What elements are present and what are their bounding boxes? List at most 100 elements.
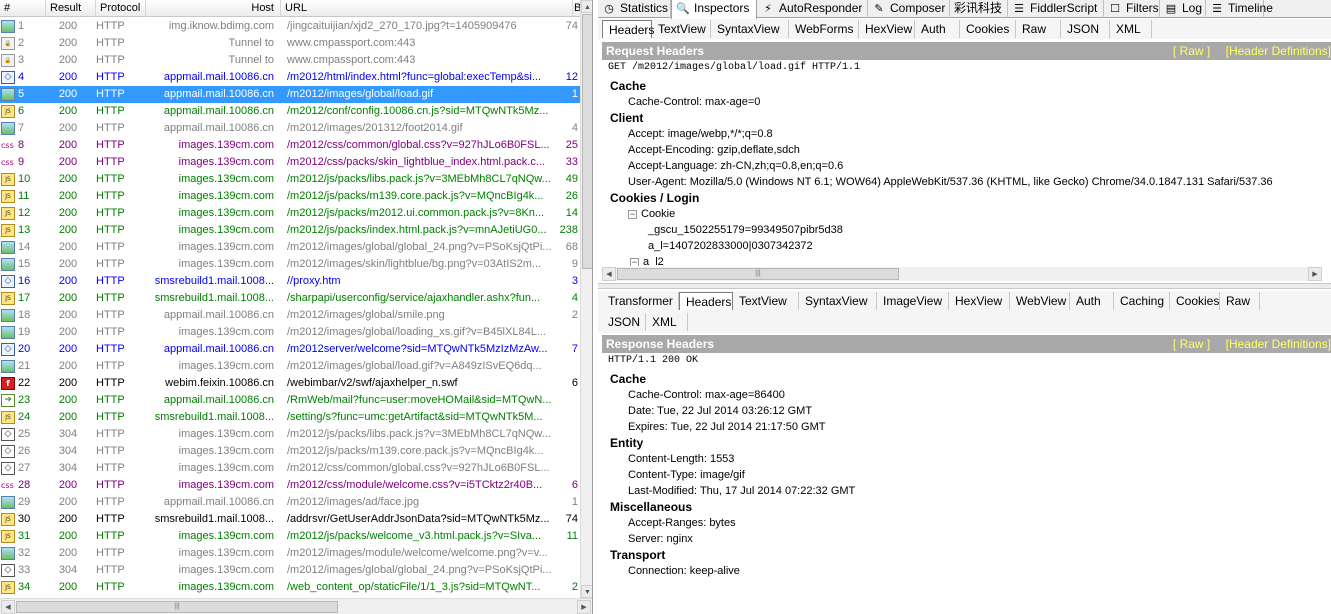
response-tab-hexview[interactable]: HexView [949, 292, 1010, 310]
sessions-horizontal-scrollbar[interactable]: ◀ ||| ▶ [0, 598, 592, 614]
request-tab-webforms[interactable]: WebForms [789, 20, 859, 38]
session-body-size: 7 [571, 343, 578, 355]
session-protocol: HTTP [96, 343, 125, 355]
scroll-thumb[interactable] [582, 14, 592, 269]
response-header-definitions-link[interactable]: [Header Definitions] [1226, 337, 1331, 351]
image-icon [1, 258, 15, 271]
session-row[interactable]: css 28 200 HTTP images.139cm.com/m2012/css/m… [0, 477, 580, 494]
session-row[interactable]: 18 200 HTTP appmail.mail.10086.cn/m2012/ima… [0, 307, 580, 324]
sessions-vertical-scrollbar[interactable]: ▲ ▼ [580, 0, 592, 598]
scroll-right-arrow-icon[interactable]: ▶ [1308, 267, 1322, 281]
main-tab-fiddlerscript[interactable]: ☰ FiddlerScript [1008, 0, 1104, 18]
main-tab-filters[interactable]: ☐ Filters [1104, 0, 1160, 18]
pane-splitter[interactable] [598, 283, 1331, 289]
scroll-right-arrow-icon[interactable]: ▶ [577, 600, 591, 614]
request-header-definitions-link[interactable]: [Header Definitions] [1226, 44, 1331, 58]
session-row[interactable]: JS 31 200 HTTP images.139cm.com/m2012/js/pac… [0, 528, 580, 545]
session-row[interactable]: f 22 200 HTTP webim.feixin.10086.cn/webimbar… [0, 375, 580, 392]
session-row[interactable]: css 9 200 HTTP images.139cm.com/m2012/css/pa… [0, 154, 580, 171]
response-tab-caching[interactable]: Caching [1114, 292, 1170, 310]
session-row[interactable]: JS 11 200 HTTP images.139cm.com/m2012/js/pac… [0, 188, 580, 205]
main-tab-autoresponder[interactable]: ⚡ AutoResponder [757, 0, 868, 18]
request-tab-json[interactable]: JSON [1061, 20, 1110, 38]
scroll-left-arrow-icon[interactable]: ◀ [602, 267, 616, 281]
session-row[interactable]: 15 200 HTTP images.139cm.com/m2012/images/s… [0, 256, 580, 273]
scroll-down-arrow-icon[interactable]: ▼ [581, 585, 592, 598]
request-tab-auth[interactable]: Auth [915, 20, 960, 38]
scroll-up-arrow-icon[interactable]: ▲ [581, 0, 592, 13]
main-tab-composer[interactable]: ✎ Composer [868, 0, 950, 18]
request-tab-syntaxview[interactable]: SyntaxView [711, 20, 789, 38]
response-tab-headers[interactable]: Headers [679, 292, 733, 310]
response-tab-syntaxview[interactable]: SyntaxView [799, 292, 877, 310]
session-row[interactable]: 14 200 HTTP images.139cm.com/m2012/images/g… [0, 239, 580, 256]
session-row[interactable]: 5 200 HTTP appmail.mail.10086.cn/m2012/imag… [0, 86, 580, 103]
response-tab-json[interactable]: JSON [602, 313, 646, 331]
scroll-thumb[interactable]: ||| [16, 601, 338, 613]
session-row[interactable]: 7 200 HTTP appmail.mail.10086.cn/m2012/imag… [0, 120, 580, 137]
session-row[interactable]: ◇ 4 200 HTTP appmail.mail.10086.cn/m2012/htm… [0, 69, 580, 86]
main-tab-log[interactable]: ▤ Log [1160, 0, 1206, 18]
session-row[interactable]: JS 13 200 HTTP images.139cm.com/m2012/js/pac… [0, 222, 580, 239]
session-row[interactable]: ◇ 20 200 HTTP appmail.mail.10086.cn/m2012ser… [0, 341, 580, 358]
session-row[interactable]: JS 34 200 HTTP images.139cm.com/web_content_… [0, 579, 580, 596]
response-tab-imageview[interactable]: ImageView [877, 292, 949, 310]
session-row[interactable]: 32 200 HTTP images.139cm.com/m2012/images/m… [0, 545, 580, 562]
session-row[interactable]: ◇ 16 200 HTTP smsrebuild1.mail.1008... //prox… [0, 273, 580, 290]
column-header-protocol[interactable]: Protocol [96, 0, 146, 17]
response-tab-textview[interactable]: TextView [733, 292, 799, 310]
session-row[interactable]: ◇ 26 304 HTTP images.139cm.com/m2012/js/pack… [0, 443, 580, 460]
session-row[interactable]: JS 12 200 HTTP images.139cm.com/m2012/js/pac… [0, 205, 580, 222]
response-tab-webview[interactable]: WebView [1010, 292, 1070, 310]
main-tab-label: Timeline [1228, 1, 1273, 15]
column-header-url[interactable]: URL [281, 0, 573, 17]
session-row[interactable]: ➜ 23 200 HTTP appmail.mail.10086.cn/RmWeb/ma… [0, 392, 580, 409]
request-tab-cookies[interactable]: Cookies [960, 20, 1016, 38]
session-row[interactable]: 29 200 HTTP appmail.mail.10086.cn/m2012/ima… [0, 494, 580, 511]
session-row[interactable]: 1 200 HTTP img.iknow.bdimg.com/jingcaituiji… [0, 18, 580, 35]
session-protocol: HTTP [96, 71, 125, 83]
collapse-icon[interactable]: − [628, 209, 637, 219]
session-row[interactable]: css 8 200 HTTP images.139cm.com/m2012/css/co… [0, 137, 580, 154]
session-row[interactable]: ◇ 33 304 HTTP images.139cm.com/m2012/images/… [0, 562, 580, 579]
request-tab-headers[interactable]: Headers [602, 20, 654, 38]
session-row[interactable]: JS 30 200 HTTP smsrebuild1.mail.1008... /addr… [0, 511, 580, 528]
request-tab-raw[interactable]: Raw [1016, 20, 1061, 38]
session-row[interactable]: JS 10 200 HTTP images.139cm.com/m2012/js/pac… [0, 171, 580, 188]
scroll-left-arrow-icon[interactable]: ◀ [1, 600, 15, 614]
session-body-size [556, 562, 578, 579]
response-tab-xml[interactable]: XML [646, 313, 688, 331]
cookie-node[interactable]: − Cookie [628, 206, 675, 222]
session-row[interactable]: 🔒 2 200 HTTP Tunnel to www.cmpassport.com:443 [0, 35, 580, 52]
request-tab-hexview[interactable]: HexView [859, 20, 915, 38]
request-tab-textview[interactable]: TextView [652, 20, 711, 38]
session-row[interactable]: JS 17 200 HTTP smsrebuild1.mail.1008... /shar… [0, 290, 580, 307]
main-tab--[interactable]: 彩讯科技 [950, 0, 1008, 18]
response-tab-cookies[interactable]: Cookies [1170, 292, 1220, 310]
main-tab-statistics[interactable]: ◷ Statistics [598, 0, 671, 18]
request-horizontal-scrollbar[interactable]: ◀ ||| ▶ [602, 267, 1322, 281]
cookie-subnode[interactable]: − a_l2 [630, 254, 664, 266]
response-tab-auth[interactable]: Auth [1070, 292, 1114, 310]
column-header-num[interactable]: # [0, 0, 46, 17]
column-header-host[interactable]: Host [146, 0, 281, 17]
response-raw-link[interactable]: [ Raw ] [1173, 337, 1210, 351]
session-number: 4 [18, 71, 25, 83]
session-row[interactable]: ◇ 27 304 HTTP images.139cm.com/m2012/css/com… [0, 460, 580, 477]
request-raw-link[interactable]: [ Raw ] [1173, 44, 1210, 58]
session-row[interactable]: JS 24 200 HTTP smsrebuild1.mail.1008... /sett… [0, 409, 580, 426]
session-row[interactable]: 19 200 HTTP images.139cm.com/m2012/images/g… [0, 324, 580, 341]
main-tab-timeline[interactable]: ☰ Timeline [1206, 0, 1273, 18]
main-tab-inspectors[interactable]: 🔍 Inspectors [671, 0, 757, 19]
column-header-result[interactable]: Result [46, 0, 96, 17]
session-row[interactable]: JS 6 200 HTTP appmail.mail.10086.cn/m2012/co… [0, 103, 580, 120]
session-row[interactable]: ◇ 25 304 HTTP images.139cm.com/m2012/js/pack… [0, 426, 580, 443]
session-row[interactable]: 21 200 HTTP images.139cm.com/m2012/images/g… [0, 358, 580, 375]
session-host: appmail.mail.10086.cn [163, 122, 274, 134]
scroll-thumb[interactable]: ||| [617, 268, 899, 280]
session-row[interactable]: 🔒 3 200 HTTP Tunnel to www.cmpassport.com:443 [0, 52, 580, 69]
response-tab-raw[interactable]: Raw [1220, 292, 1260, 310]
response-tab-transformer[interactable]: Transformer [602, 292, 679, 310]
collapse-icon[interactable]: − [630, 257, 639, 266]
request-tab-xml[interactable]: XML [1110, 20, 1152, 38]
